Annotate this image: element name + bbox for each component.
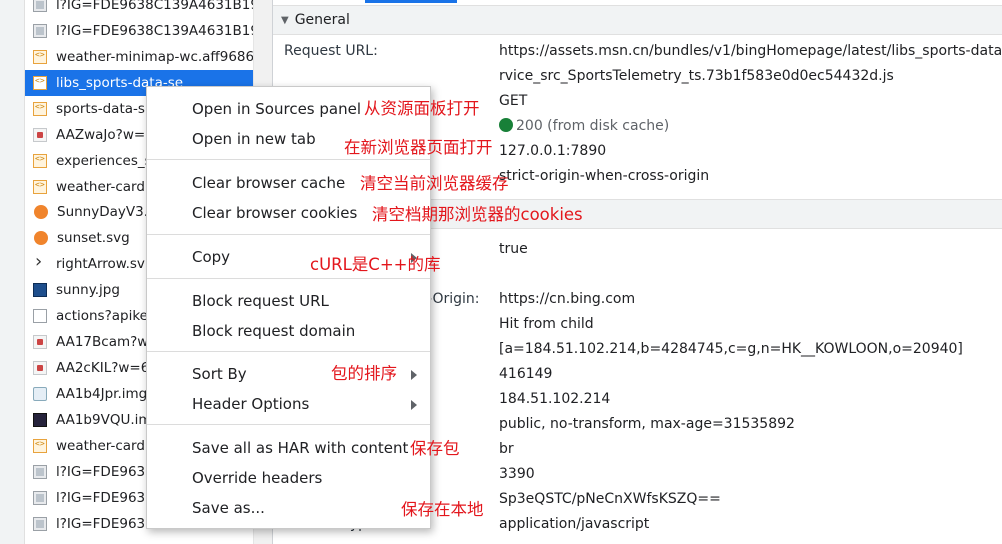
request-name: experiences_s	[56, 152, 152, 169]
request-url-label: Request URL:	[284, 43, 378, 59]
response-header-value: true	[499, 241, 528, 257]
request-url-value-cont: rvice_src_SportsTelemetry_ts.73b1f583e0d…	[499, 68, 894, 84]
request-name: AA17Bcam?w	[56, 334, 149, 351]
arrow-icon	[33, 251, 47, 272]
menu-clear-cache[interactable]: Clear browser cache	[192, 174, 345, 192]
request-name: AA1b9VQU.im	[56, 411, 152, 428]
js-icon	[33, 438, 47, 453]
request-method-value: GET	[499, 93, 528, 109]
menu-separator	[147, 278, 430, 279]
js-icon	[33, 101, 47, 116]
image-icon	[33, 361, 47, 376]
request-row[interactable]: weather-minimap-wc.aff9686	[25, 44, 253, 70]
general-section-title: General	[294, 12, 350, 28]
menu-override-headers[interactable]: Override headers	[192, 469, 322, 487]
jpg-icon	[33, 283, 47, 298]
sun-icon	[34, 205, 48, 220]
menu-block-url[interactable]: Block request URL	[192, 292, 329, 310]
response-header-value: Hit from child	[499, 316, 594, 332]
request-name: weather-card	[56, 437, 145, 454]
menu-header-options[interactable]: Header Options	[192, 395, 309, 413]
response-header-value: Sp3eQSTC/pNeCnXWfsKSZQ==	[499, 491, 721, 507]
doc-icon	[33, 23, 47, 38]
response-header-value: [a=184.51.102.214,b=4284745,c=g,n=HK__KO…	[499, 341, 963, 357]
list-gutter	[0, 0, 25, 544]
request-name: l?IG=FDE9638C139A4631B19...	[56, 0, 253, 13]
menu-open-in-sources[interactable]: Open in Sources panel	[192, 100, 361, 118]
request-name: actions?apike	[56, 308, 148, 325]
js-icon	[33, 75, 47, 90]
header-options-submenu-arrow-icon	[411, 400, 417, 410]
request-url-value: https://assets.msn.cn/bundles/v1/bingHom…	[499, 43, 1002, 59]
status-ok-icon	[499, 118, 513, 132]
menu-sort-by[interactable]: Sort By	[192, 365, 247, 383]
annotation-save-as: 保存在本地	[401, 500, 484, 519]
content-type-value: application/javascript	[499, 516, 650, 532]
menu-copy[interactable]: Copy	[192, 248, 230, 266]
menu-save-har[interactable]: Save all as HAR with content	[192, 439, 408, 457]
menu-separator	[147, 424, 430, 425]
request-row[interactable]: l?IG=FDE9638C139A4631B19...	[25, 0, 253, 18]
annotation-save-har: 保存包	[410, 439, 460, 458]
status-code-value: 200 (from disk cache)	[499, 118, 669, 134]
response-header-value: public, no-transform, max-age=31535892	[499, 416, 795, 432]
image-icon	[33, 127, 47, 142]
request-name: l?IG=FDE9638	[56, 489, 154, 506]
request-name: rightArrow.sv	[56, 256, 145, 273]
response-header-name: -Origin:	[427, 291, 480, 307]
menu-clear-cookies[interactable]: Clear browser cookies	[192, 204, 357, 222]
annotation-sort: 包的排序	[331, 364, 397, 383]
response-header-value: br	[499, 441, 514, 457]
annotation-copy: cURL是C++的库	[310, 255, 441, 274]
request-name: AAZwaJo?w=	[56, 126, 146, 143]
menu-open-new-tab[interactable]: Open in new tab	[192, 130, 316, 148]
general-section-header[interactable]: ▼ General	[273, 5, 1002, 35]
response-header-value: 3390	[499, 466, 535, 482]
doc-icon	[33, 464, 47, 479]
blank-doc-icon	[33, 309, 47, 324]
referrer-policy-value: strict-origin-when-cross-origin	[499, 168, 710, 184]
request-name: weather-minimap-wc.aff9686	[56, 48, 253, 65]
collapse-triangle-icon[interactable]: ▼	[281, 15, 289, 26]
globe-icon	[33, 387, 47, 402]
js-icon	[33, 49, 47, 64]
doc-icon	[33, 0, 47, 12]
request-row[interactable]: l?IG=FDE9638C139A4631B19...	[25, 18, 253, 44]
active-tab-indicator	[365, 0, 457, 3]
doc-icon	[33, 490, 47, 505]
js-icon	[33, 179, 47, 194]
response-header-value: 184.51.102.214	[499, 391, 611, 407]
menu-separator	[147, 159, 430, 160]
menu-save-as[interactable]: Save as...	[192, 499, 265, 517]
request-name: AA2cKIL?w=6	[56, 360, 150, 377]
request-name: AA1b4Jpr.img	[56, 386, 148, 403]
menu-separator	[147, 351, 430, 352]
sort-submenu-arrow-icon	[411, 370, 417, 380]
annotation-clear-cookies: 清空档期那浏览器的cookies	[372, 205, 583, 224]
image-icon	[33, 335, 47, 350]
remote-address-value: 127.0.0.1:7890	[499, 143, 607, 159]
request-name: sunny.jpg	[56, 282, 120, 299]
request-name: weather-card	[56, 178, 145, 195]
annotation-clear-cache: 清空当前浏览器缓存	[360, 174, 509, 193]
request-name: sunset.svg	[57, 230, 130, 247]
request-name: l?IG=FDE9638C139A4631B19...	[56, 22, 253, 39]
response-header-value: https://cn.bing.com	[499, 291, 636, 307]
response-header-value: 416149	[499, 366, 553, 382]
doc-icon	[33, 516, 47, 531]
sun-icon	[34, 231, 48, 246]
request-name: SunnyDayV3.s	[57, 204, 156, 221]
annotation-new-tab: 在新浏览器页面打开	[344, 138, 493, 157]
request-name: sports-data-s	[56, 100, 145, 117]
dark-image-icon	[33, 412, 47, 427]
request-name: l?IG=FDE9638	[56, 463, 154, 480]
menu-block-domain[interactable]: Block request domain	[192, 322, 355, 340]
menu-separator	[147, 234, 430, 235]
annotation-open-sources: 从资源面板打开	[364, 99, 480, 118]
js-icon	[33, 153, 47, 168]
